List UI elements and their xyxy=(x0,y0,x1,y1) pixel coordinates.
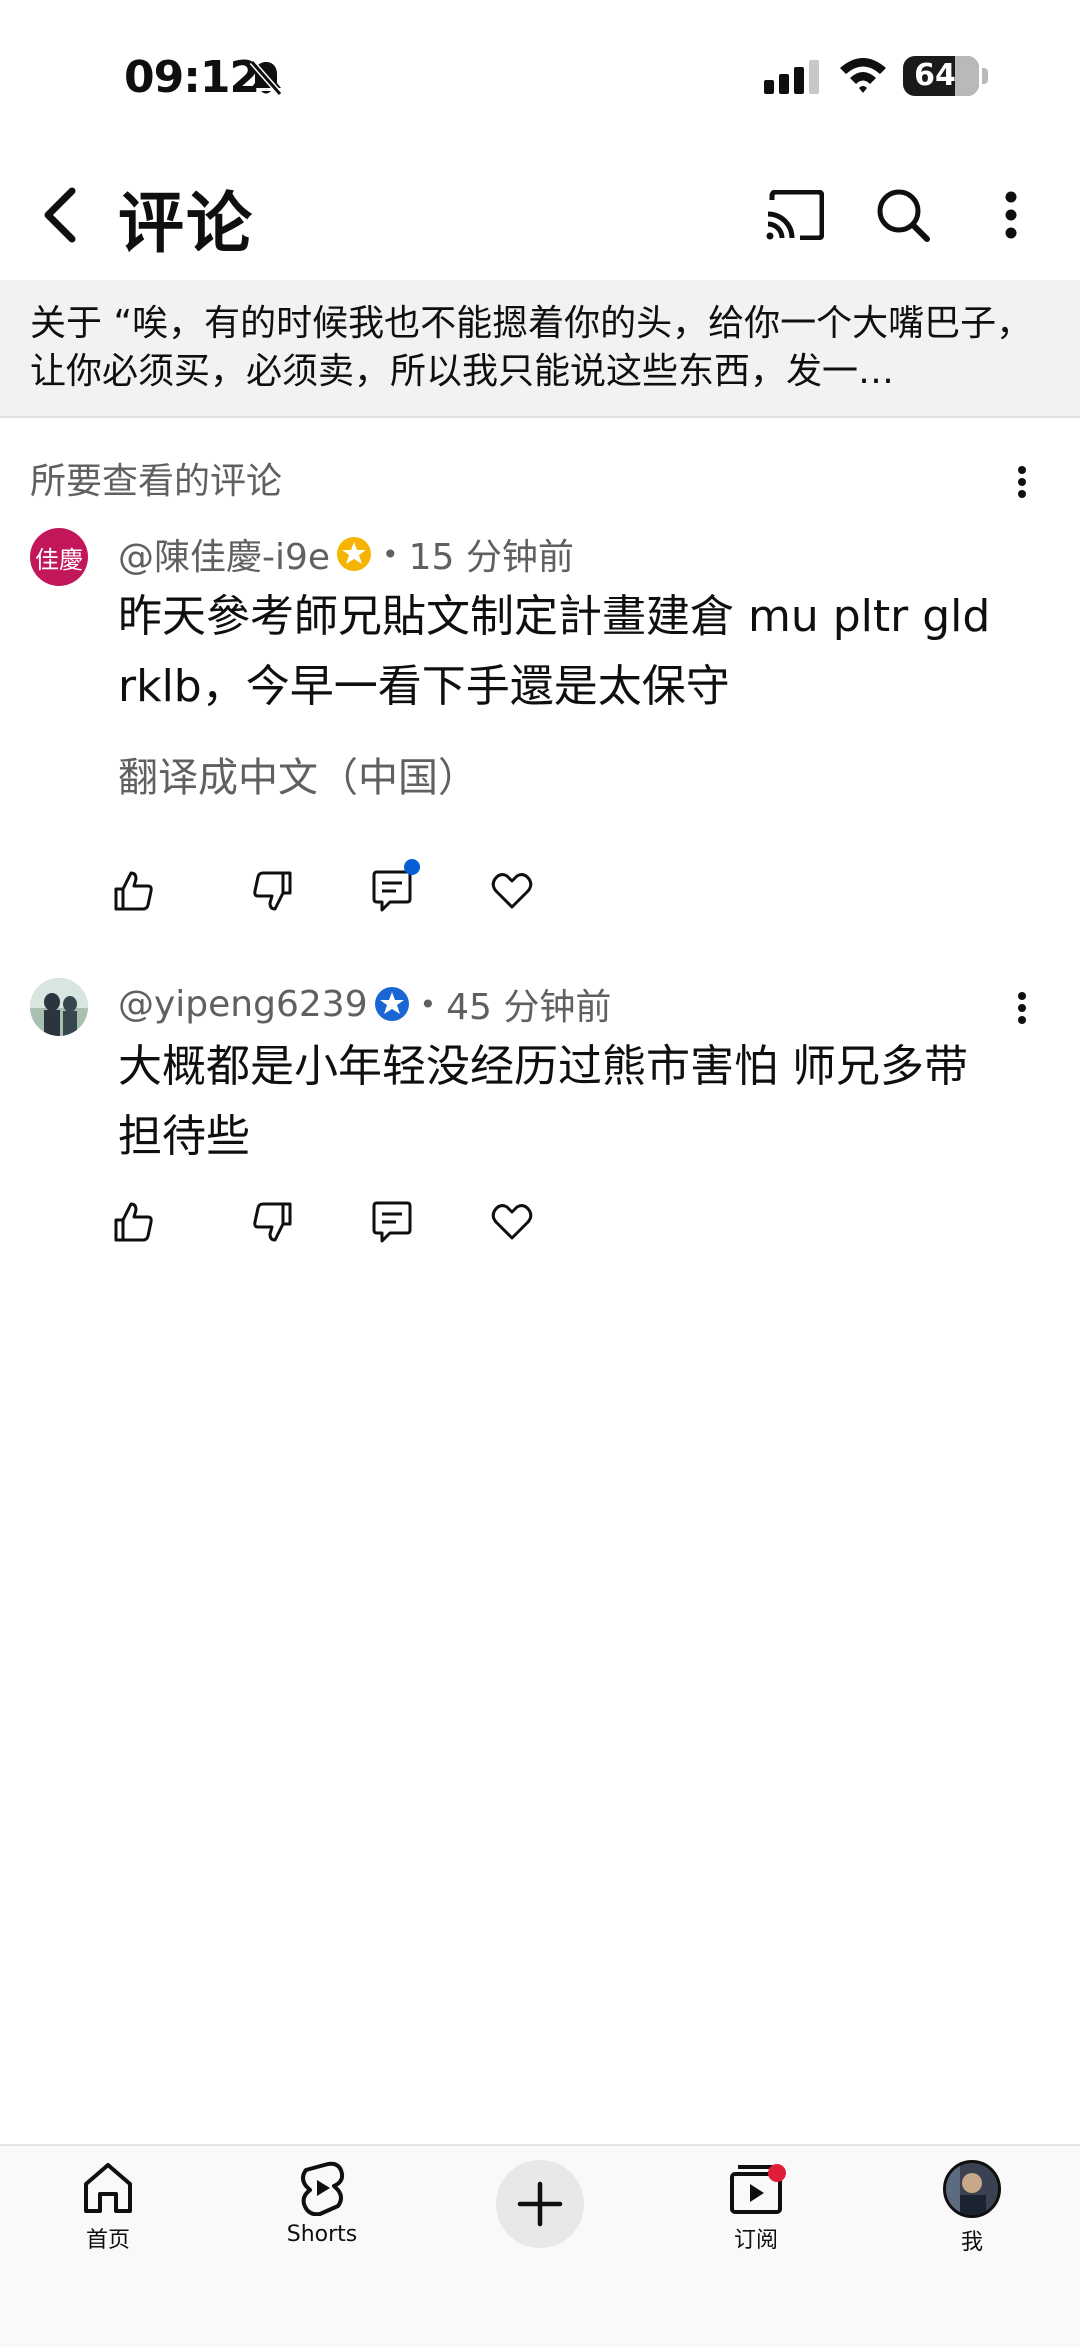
comments-page: 09:12 64 评论 关于 “唉，有的时候我也不能摁着你的头，给你一个大嘴巴子… xyxy=(0,0,1080,2347)
status-bar: 09:12 64 xyxy=(0,0,1080,150)
comment-author[interactable]: @yipeng6239 xyxy=(118,984,368,1025)
new-content-dot xyxy=(768,2164,786,2182)
comment-time: 15 分钟前 xyxy=(408,537,574,578)
dislike-button[interactable] xyxy=(242,861,302,921)
new-reply-dot xyxy=(404,859,420,875)
more-options-button[interactable] xyxy=(976,180,1046,250)
reply-comment-icon xyxy=(372,1201,412,1243)
comment-meta: @陳佳慶-i9e • 15 分钟前 xyxy=(118,528,574,580)
heart-icon xyxy=(491,1204,533,1240)
section-more-button[interactable] xyxy=(992,452,1052,512)
comment-text: 昨天參考師兄貼文制定計畫建倉 mu pltr gld rklb，今早一看下手還是… xyxy=(118,591,991,712)
search-icon xyxy=(877,189,930,242)
section-title: 所要查看的评论 xyxy=(30,461,283,502)
dislike-button[interactable] xyxy=(242,1192,302,1252)
avatar-text: 佳慶 xyxy=(35,545,83,574)
home-icon xyxy=(84,2163,132,2213)
plus-icon xyxy=(517,2181,563,2227)
avatar[interactable] xyxy=(30,978,88,1036)
heart-icon xyxy=(491,873,533,909)
status-time: 09:12 xyxy=(124,52,260,103)
cast-button[interactable] xyxy=(760,180,830,250)
bell-muted-icon xyxy=(248,58,284,102)
nav-subscriptions-label: 订阅 xyxy=(733,2228,778,2253)
wifi-icon xyxy=(838,56,888,98)
app-header: 评论 xyxy=(0,150,1080,280)
avatar-photo-icon xyxy=(30,978,88,1036)
heart-button[interactable] xyxy=(482,1192,542,1252)
heart-button[interactable] xyxy=(482,861,542,921)
more-vertical-icon xyxy=(1005,191,1017,239)
nav-shorts[interactable]: Shorts xyxy=(252,2160,392,2280)
search-button[interactable] xyxy=(868,180,938,250)
reply-comment-icon xyxy=(372,870,412,912)
bottom-nav: 首页 Shorts 订阅 我 xyxy=(0,2144,1080,2347)
thumbs-down-icon xyxy=(253,1202,292,1242)
profile-photo-icon xyxy=(946,2163,998,2215)
thumbs-up-icon xyxy=(114,871,153,911)
like-button[interactable] xyxy=(104,1192,164,1252)
back-button[interactable] xyxy=(30,175,90,255)
reply-button[interactable] xyxy=(362,1192,422,1252)
create-button[interactable] xyxy=(496,2160,584,2248)
shorts-icon xyxy=(301,2161,345,2216)
member-badge-icon xyxy=(374,987,409,1021)
battery-level: 64 xyxy=(914,58,956,93)
video-context-text: 关于 “唉，有的时候我也不能摁着你的头，给你一个大嘴巴子，让你必须买，必须卖，所… xyxy=(30,303,1033,392)
nav-home-label: 首页 xyxy=(85,2228,130,2253)
member-badge-icon xyxy=(337,537,372,571)
cellular-signal-icon xyxy=(764,60,822,98)
like-button[interactable] xyxy=(104,861,164,921)
reply-button[interactable] xyxy=(362,859,422,921)
avatar[interactable]: 佳慶 xyxy=(30,528,88,586)
nav-me[interactable]: 我 xyxy=(902,2160,1042,2280)
cast-icon xyxy=(766,190,824,240)
comment-more-button[interactable] xyxy=(992,978,1052,1038)
page-title: 评论 xyxy=(118,185,254,262)
battery-tip xyxy=(982,68,988,84)
video-context-banner[interactable]: 关于 “唉，有的时候我也不能摁着你的头，给你一个大嘴巴子，让你必须买，必须卖，所… xyxy=(0,280,1080,418)
comment-author[interactable]: @陳佳慶-i9e xyxy=(118,528,330,580)
chevron-left-icon xyxy=(44,187,76,243)
battery-icon: 64 xyxy=(903,56,979,96)
more-vertical-icon xyxy=(1018,466,1026,498)
nav-me-label: 我 xyxy=(960,2230,983,2255)
nav-subscriptions[interactable]: 订阅 xyxy=(686,2160,826,2280)
comment-text: 大概都是小年轻没经历过熊市害怕 师兄多带担待些 xyxy=(118,1041,968,1162)
comment-meta: @yipeng6239 • 45 分钟前 xyxy=(118,978,611,1030)
nav-home[interactable]: 首页 xyxy=(38,2160,178,2280)
profile-avatar xyxy=(943,2160,1001,2218)
nav-shorts-label: Shorts xyxy=(286,2222,358,2247)
thumbs-up-icon xyxy=(114,1202,153,1242)
more-vertical-icon xyxy=(1018,992,1026,1024)
translate-link[interactable]: 翻译成中文（中国） xyxy=(118,745,478,803)
comment-time: 45 分钟前 xyxy=(446,987,612,1028)
thumbs-down-icon xyxy=(253,871,292,911)
